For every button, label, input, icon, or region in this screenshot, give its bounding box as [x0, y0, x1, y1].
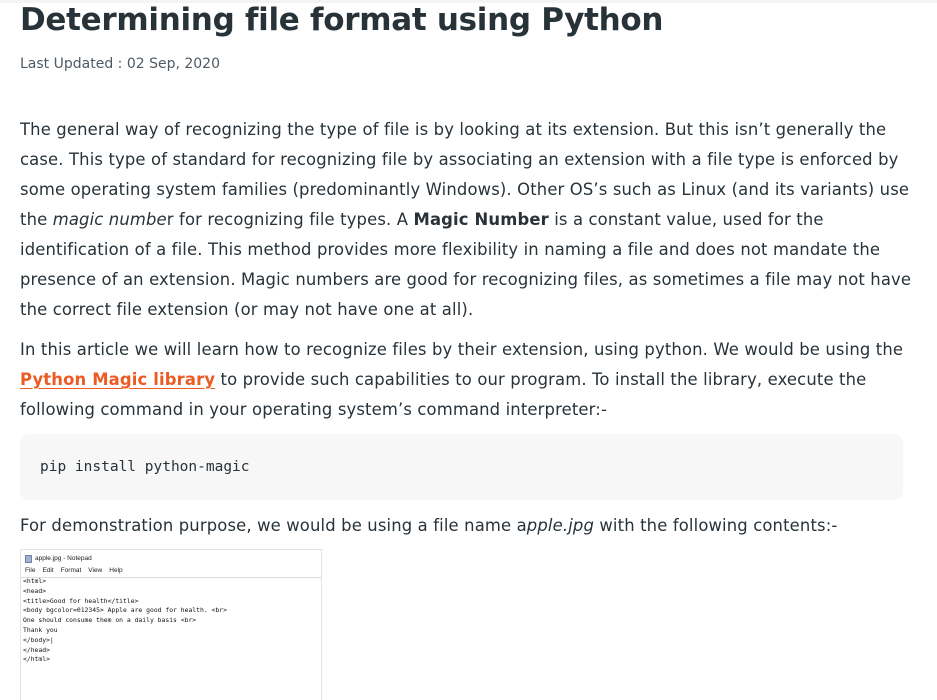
article-title: Determining file format using Python [20, 2, 664, 38]
notepad-line: <body bgcolor=012345> Apple are good for… [23, 606, 227, 615]
intro-italic: magic numbe [52, 210, 167, 229]
notepad-menu-help: Help [109, 567, 123, 574]
last-updated: Last Updated : 02 Sep, 2020 [20, 56, 220, 72]
demo-paragraph: For demonstration purpose, we would be u… [20, 511, 917, 541]
code-block[interactable]: pip install python-magic [20, 434, 903, 500]
notepad-menu-edit: Edit [42, 567, 54, 574]
intro-paragraph: The general way of recognizing the type … [20, 115, 917, 325]
intro-bold: Magic Number [413, 210, 549, 229]
notepad-content: <html> <head> <title>Good for health</ti… [23, 577, 227, 665]
notepad-title: apple.jpg - Notepad [35, 555, 92, 562]
demo-text-1: For demonstration purpose, we would be u… [20, 516, 527, 535]
notepad-menubar: File Edit Format View Help [25, 567, 123, 574]
notepad-line: <head> [23, 586, 47, 595]
notepad-menu-format: Format [60, 567, 82, 574]
python-magic-link[interactable]: Python Magic library [20, 370, 215, 389]
notepad-titlebar: apple.jpg - Notepad [25, 553, 92, 564]
demo-filename: pple.jpg [526, 516, 595, 535]
intro-text-2: r for recognizing file types. A [166, 210, 414, 229]
notepad-menu-view: View [88, 567, 103, 574]
notepad-line: </html> [23, 655, 50, 664]
notepad-line: <html> [23, 577, 47, 585]
notepad-menu-file: File [25, 567, 36, 574]
notepad-icon [25, 554, 32, 563]
notepad-line: </head> [23, 645, 50, 654]
install-text-1: In this article we will learn how to rec… [20, 340, 904, 359]
notepad-line: One should consume them on a daily basis… [23, 616, 197, 625]
notepad-line: <title>Good for health</title> [23, 596, 139, 605]
notepad-screenshot: apple.jpg - Notepad File Edit Format Vie… [20, 549, 322, 700]
demo-text-2: with the following contents:- [594, 516, 838, 535]
install-paragraph: In this article we will learn how to rec… [20, 335, 917, 425]
notepad-line: Thank you [23, 625, 58, 634]
notepad-line: </body>| [23, 635, 54, 644]
install-command[interactable]: pip install python-magic [40, 458, 250, 476]
